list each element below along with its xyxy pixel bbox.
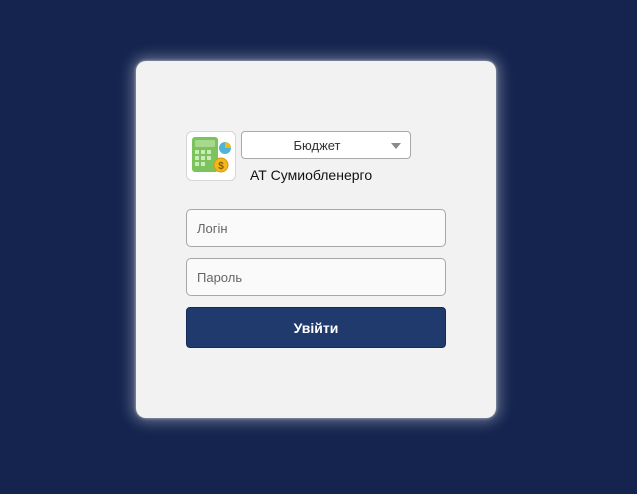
module-select[interactable]: Бюджет	[241, 131, 411, 159]
company-name: АТ Сумиобленерго	[250, 167, 373, 183]
module-select-value: Бюджет	[293, 138, 341, 153]
svg-text:$: $	[218, 161, 224, 172]
login-button[interactable]: Увійти	[186, 307, 446, 348]
chevron-down-icon	[391, 143, 401, 149]
login-card: $ Бюджет АТ Сумиобленерго Увійти	[136, 61, 496, 418]
login-field[interactable]	[186, 209, 446, 247]
calculator-budget-icon: $	[186, 131, 236, 181]
password-field[interactable]	[186, 258, 446, 296]
login-page: { "login_card": { "module_select": { "se…	[0, 0, 637, 494]
